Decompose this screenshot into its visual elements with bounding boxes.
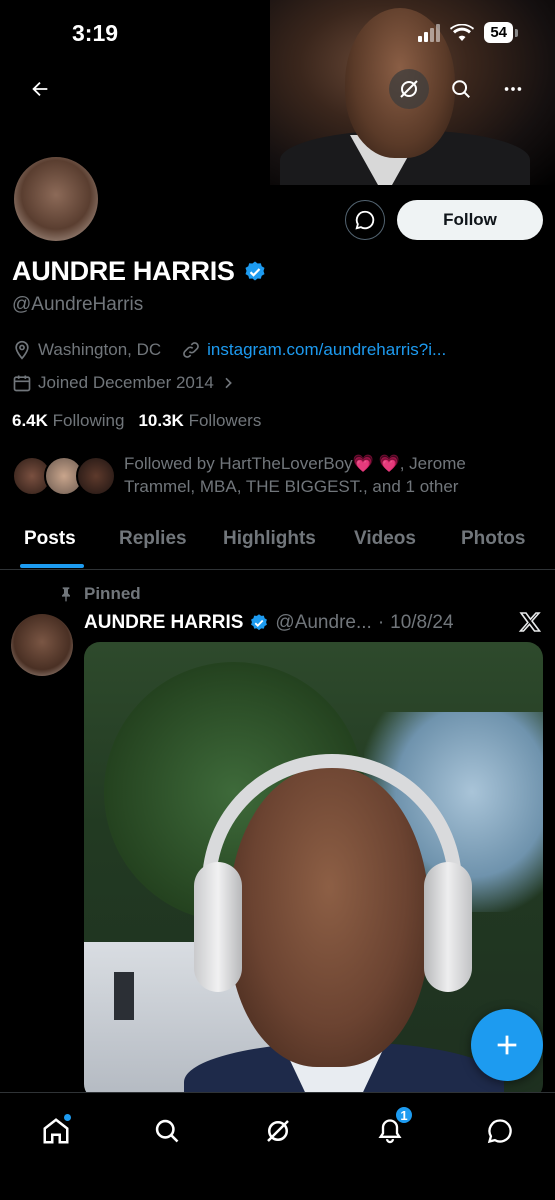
verified-badge-icon[interactable] <box>243 260 267 284</box>
post-author-handle[interactable]: @Aundre... <box>275 612 371 634</box>
followed-by-line: Followed by HartTheLoverBoy💗 💗, Jerome <box>124 454 466 473</box>
status-icons: 54 <box>418 22 518 43</box>
image-headphone-right <box>424 862 472 992</box>
post-header: AUNDRE HARRIS @Aundre... · 10/8/24 <box>84 612 454 634</box>
status-bar: 3:19 54 <box>0 0 555 66</box>
pin-icon <box>62 587 70 602</box>
followers-stat[interactable]: 10.3K Followers <box>138 411 261 431</box>
profile-name-row: AUNDRE HARRIS <box>12 256 267 287</box>
back-button[interactable] <box>20 69 60 109</box>
follow-button[interactable]: Follow <box>397 200 543 240</box>
followed-by-avatars <box>12 452 116 498</box>
grok-button[interactable] <box>389 69 429 109</box>
message-bubble-icon <box>355 210 375 230</box>
search-icon <box>155 1119 179 1143</box>
link-icon <box>183 342 200 358</box>
tab-posts[interactable]: Posts <box>24 528 76 550</box>
tab-replies[interactable]: Replies <box>119 528 187 550</box>
chevron-right-icon <box>225 377 232 389</box>
nav-grok[interactable] <box>256 1109 300 1153</box>
compose-post-button[interactable] <box>471 1009 543 1081</box>
image-headphone-left <box>194 862 242 992</box>
following-label: Following <box>52 411 125 430</box>
more-dots-icon <box>504 87 522 91</box>
message-button[interactable] <box>345 200 385 240</box>
followers-count: 10.3K <box>138 411 184 430</box>
nav-search[interactable] <box>145 1109 189 1153</box>
location-pin-icon <box>15 340 29 360</box>
nav-home[interactable] <box>34 1109 78 1153</box>
profile-stats: 6.4K Following 10.3K Followers <box>12 411 261 431</box>
profile-meta-joined-row[interactable]: Joined December 2014 <box>12 373 236 393</box>
followed-by-row[interactable]: Followed by HartTheLoverBoy💗 💗, Jerome T… <box>12 452 524 498</box>
calendar-icon <box>13 375 31 392</box>
tab-photos[interactable]: Photos <box>461 528 525 550</box>
search-button[interactable] <box>441 69 481 109</box>
message-bubble-icon <box>487 1119 512 1144</box>
nav-notifications[interactable]: 1 <box>368 1105 414 1153</box>
post-date[interactable]: 10/8/24 <box>390 612 453 634</box>
follower-avatar <box>76 456 116 496</box>
battery-indicator: 54 <box>484 22 518 43</box>
profile-location: Washington, DC <box>38 340 162 359</box>
back-arrow-icon <box>32 81 48 97</box>
pinned-label: Pinned <box>84 584 141 603</box>
pinned-label-row: Pinned <box>58 584 141 604</box>
profile-tabs: Posts Replies Highlights Videos Photos <box>0 520 555 570</box>
post-author-name[interactable]: AUNDRE HARRIS <box>84 612 243 634</box>
status-time: 3:19 <box>72 20 119 46</box>
more-options-button[interactable] <box>493 69 533 109</box>
followed-by-line: Trammel, MBA, THE BIGGEST., and 1 other <box>124 477 459 496</box>
profile-joined-date: Joined December 2014 <box>38 373 214 392</box>
grok-icon <box>400 80 418 98</box>
followers-label: Followers <box>188 411 262 430</box>
tab-videos[interactable]: Videos <box>354 528 416 550</box>
grok-icon <box>267 1120 289 1142</box>
profile-handle: @AundreHarris <box>12 294 144 315</box>
post-separator: · <box>377 612 385 633</box>
signal-icon <box>418 23 441 42</box>
notifications-badge: 1 <box>394 1105 414 1125</box>
wifi-icon <box>450 23 475 41</box>
profile-avatar[interactable] <box>11 154 101 244</box>
followed-by-text: Followed by HartTheLoverBoy💗 💗, Jerome T… <box>124 452 524 498</box>
active-tab-indicator <box>20 564 84 568</box>
post-author-avatar[interactable] <box>11 614 73 676</box>
verified-badge-icon <box>251 614 268 631</box>
profile-website-link[interactable]: instagram.com/aundreharris?i... <box>207 340 446 360</box>
home-new-dot <box>63 1113 72 1122</box>
profile-meta-location-row: Washington, DC instagram.com/aundreharri… <box>12 340 446 360</box>
following-stat[interactable]: 6.4K Following <box>12 411 124 431</box>
search-icon <box>452 80 470 98</box>
x-logo-icon <box>518 610 542 639</box>
profile-display-name: AUNDRE HARRIS <box>12 256 235 286</box>
image-window <box>114 972 134 1020</box>
plus-icon <box>497 1035 517 1055</box>
bottom-navigation-bar: 1 <box>0 1092 555 1200</box>
tab-highlights[interactable]: Highlights <box>223 528 316 550</box>
following-count: 6.4K <box>12 411 48 430</box>
nav-messages[interactable] <box>478 1109 522 1153</box>
